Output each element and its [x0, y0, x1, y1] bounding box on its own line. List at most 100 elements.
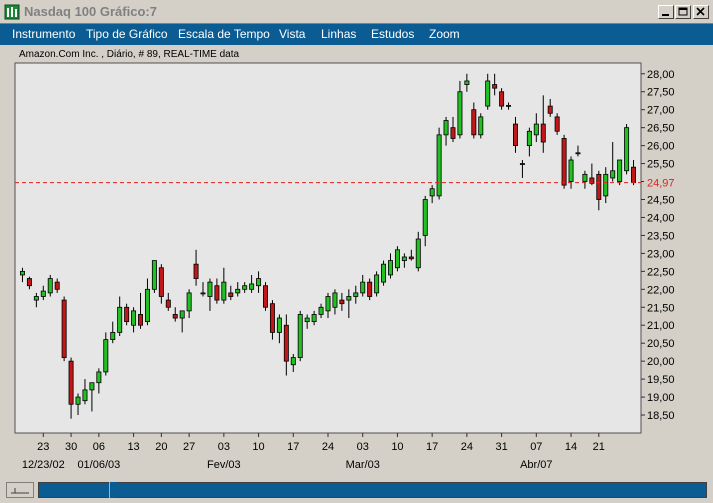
candle-body	[388, 260, 393, 276]
candle-body	[596, 173, 602, 200]
candle[interactable]	[554, 113, 560, 135]
candle[interactable]	[617, 159, 623, 186]
candle-body	[408, 256, 414, 260]
x-tick-label: 14	[565, 441, 577, 453]
x-tick-label: 03	[218, 441, 230, 453]
candle-body	[353, 292, 359, 297]
x-period-label: 01/06/03	[77, 459, 120, 471]
candle[interactable]	[124, 303, 130, 326]
candle-body	[131, 310, 137, 326]
candle[interactable]	[436, 127, 442, 200]
y-tick-label: 23,00	[647, 248, 675, 260]
candle[interactable]	[47, 274, 53, 297]
candle-body	[228, 292, 234, 297]
candle-body	[54, 281, 60, 290]
candle-body	[631, 166, 637, 184]
candle-body	[360, 281, 366, 294]
candle[interactable]	[478, 113, 484, 139]
x-tick-label: 20	[155, 441, 167, 453]
candle-body	[394, 249, 400, 269]
candle[interactable]	[61, 296, 67, 362]
candle-body	[492, 84, 498, 89]
x-period-label: Abr/07	[520, 459, 552, 471]
candle-body	[172, 314, 178, 319]
candle-body	[506, 104, 512, 107]
candle[interactable]	[381, 260, 387, 286]
y-tick-label: 19,00	[647, 392, 675, 404]
candle-body	[158, 267, 164, 297]
candle[interactable]	[367, 278, 373, 301]
candle-body	[610, 170, 616, 179]
candle-body	[186, 292, 192, 312]
candle[interactable]	[374, 271, 380, 297]
candle-body	[519, 163, 525, 165]
candle-body	[450, 127, 456, 139]
y-tick-label: 20,00	[647, 356, 675, 368]
scroll-handle-button[interactable]	[6, 482, 34, 498]
candle-body	[193, 263, 199, 279]
candle[interactable]	[297, 310, 303, 362]
x-tick-label: 10	[252, 441, 264, 453]
candle-body	[304, 317, 310, 323]
x-tick-label: 03	[357, 441, 369, 453]
candle-body	[332, 292, 338, 308]
grip-icon	[11, 488, 29, 494]
candle-body	[339, 299, 345, 305]
candle-body	[415, 238, 421, 269]
candle-body	[367, 281, 373, 297]
candle-body	[624, 127, 630, 172]
y-tick-label: 18,50	[647, 410, 675, 422]
x-tick-label: 06	[93, 441, 105, 453]
x-tick-label: 17	[287, 441, 299, 453]
candle-body	[138, 314, 143, 326]
candle-body	[242, 285, 248, 290]
candle-body	[318, 306, 324, 315]
candle-body	[547, 105, 553, 114]
candlestick-chart[interactable]: 28,0027,5027,0026,5026,0025,5025,0024,50…	[0, 0, 713, 503]
candle-body	[276, 317, 282, 333]
candle-body	[249, 283, 255, 290]
y-tick-label: 19,50	[647, 374, 675, 386]
x-tick-label: 21	[593, 441, 605, 453]
candle-body	[89, 382, 95, 391]
candle[interactable]	[263, 282, 268, 311]
candle[interactable]	[151, 260, 157, 293]
candle-body	[214, 285, 220, 301]
candle-body	[443, 120, 449, 136]
candle-body	[429, 188, 435, 197]
candle-body	[311, 314, 317, 323]
candle-body	[346, 296, 352, 301]
y-tick-label: 27,50	[647, 87, 675, 99]
candle-body	[471, 109, 477, 136]
candle-body	[485, 80, 491, 107]
candle-body	[19, 270, 25, 276]
candle-body	[256, 278, 262, 287]
candle-body	[40, 290, 46, 297]
x-tick-label: 30	[65, 441, 77, 453]
x-tick-label: 23	[37, 441, 49, 453]
candle-body	[457, 91, 463, 136]
price-reference-label: 24,97	[647, 178, 675, 190]
y-tick-label: 24,50	[647, 195, 675, 207]
y-tick-label: 21,50	[647, 302, 675, 314]
candle-body	[235, 288, 241, 294]
candle[interactable]	[561, 134, 567, 189]
candle-body	[117, 306, 123, 333]
x-tick-label: 31	[495, 441, 507, 453]
y-tick-label: 22,00	[647, 284, 675, 296]
candle-body	[47, 278, 53, 294]
candle[interactable]	[499, 88, 505, 110]
candle-body	[26, 278, 32, 287]
plot-area[interactable]	[14, 62, 642, 434]
candle-body	[401, 256, 407, 261]
candle-body	[207, 281, 213, 297]
candle-body	[568, 159, 574, 182]
scrollbar-thumb[interactable]	[109, 482, 117, 498]
candle[interactable]	[394, 246, 400, 272]
horizontal-scrollbar[interactable]	[38, 482, 707, 498]
candle-body	[603, 173, 609, 197]
candle[interactable]	[624, 124, 630, 175]
candle-body	[269, 303, 275, 333]
x-tick-label: 17	[426, 441, 438, 453]
candle-body	[75, 396, 81, 405]
